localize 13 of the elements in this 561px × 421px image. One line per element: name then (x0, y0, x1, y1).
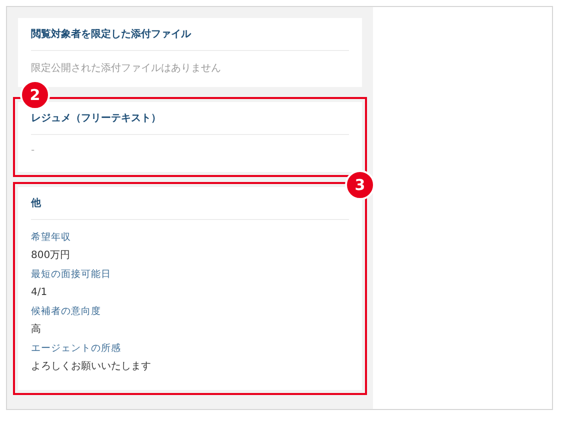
field-value: 高 (31, 322, 42, 337)
number-badge: 3 (345, 170, 375, 200)
field-label: 希望年収 (31, 231, 72, 245)
section-text: - (31, 145, 36, 158)
field-value: 800万円 (31, 249, 72, 263)
field-value: 4/1 (31, 286, 48, 300)
field-label: 候補者の意向度 (31, 305, 102, 319)
section-title: 他 (31, 187, 349, 220)
empty-message: 限定公開された添付ファイルはありません (31, 62, 222, 75)
field-label: 最短の面接可能日 (31, 268, 112, 282)
section-title: 閲覧対象者を限定した添付ファイル (31, 18, 349, 51)
field-value: よろしくお願いいたします (31, 360, 152, 374)
field-label: エージェントの所感 (31, 342, 122, 356)
